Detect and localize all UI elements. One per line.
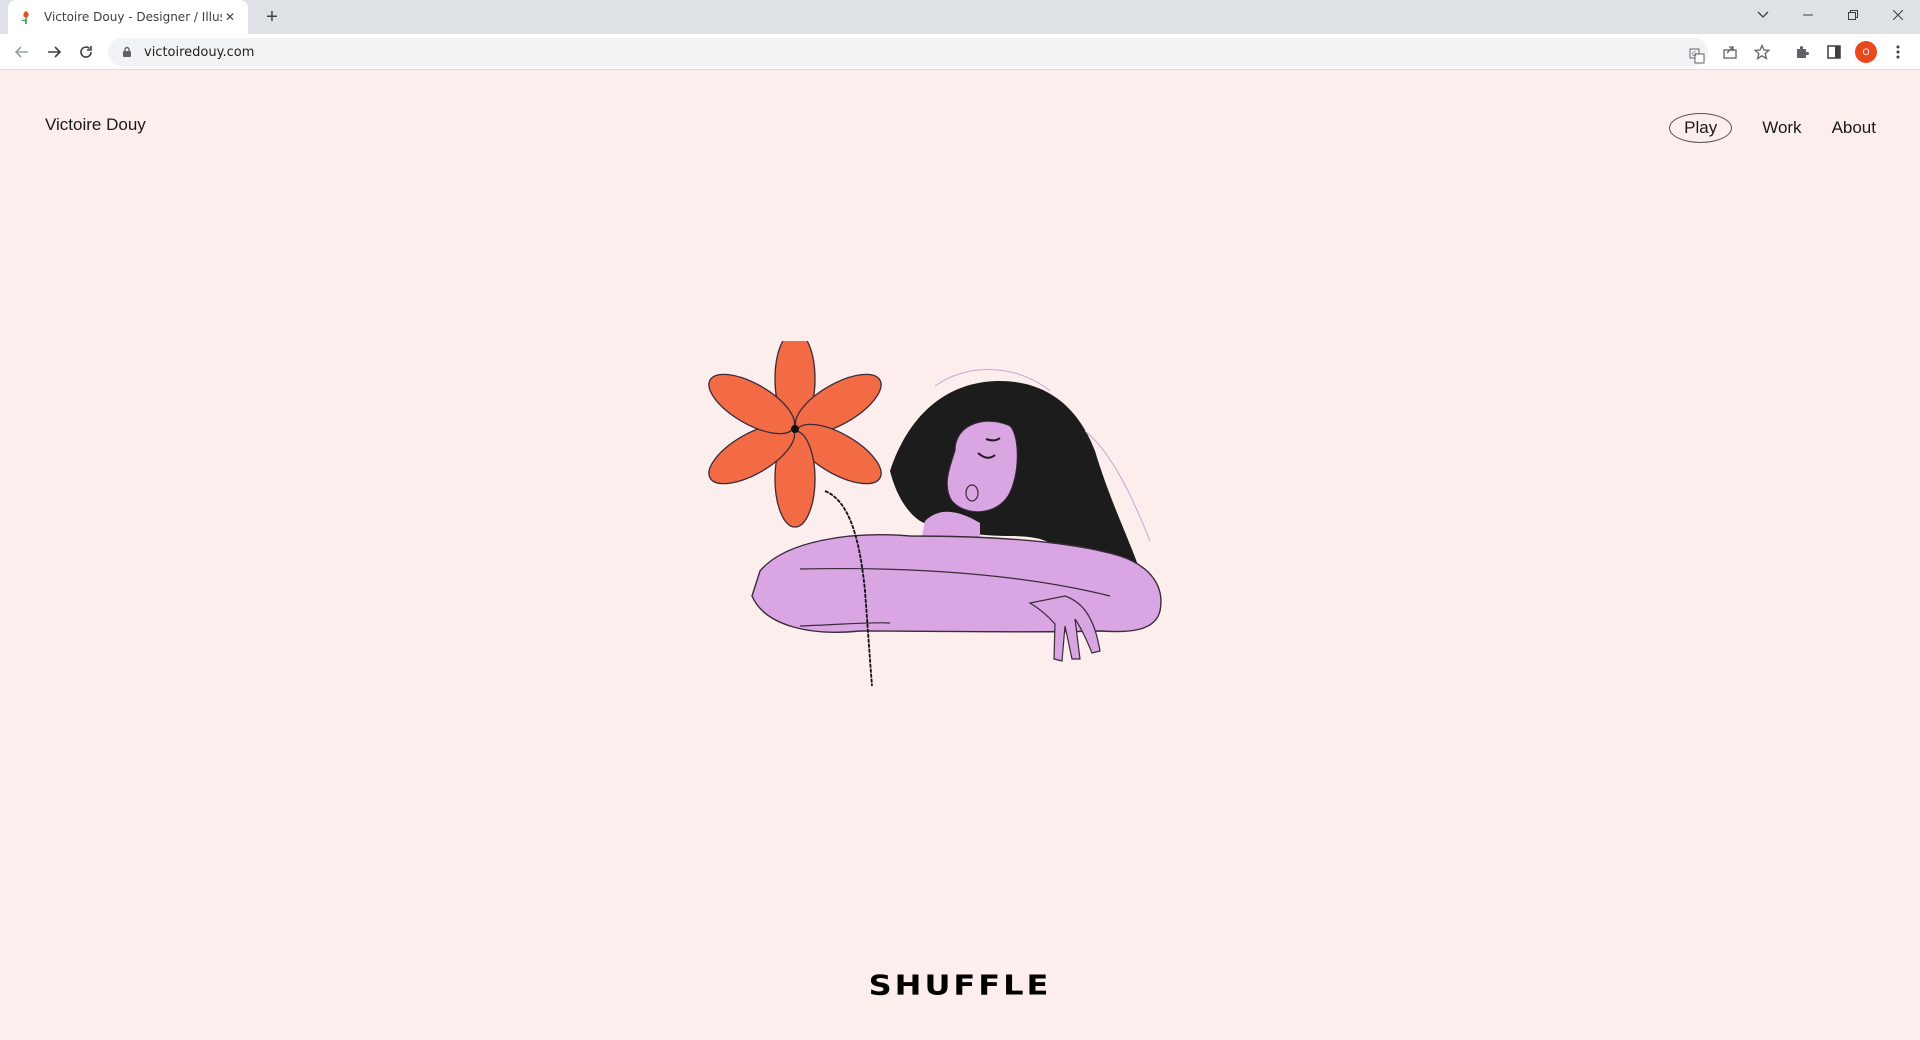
back-arrow-icon[interactable] <box>10 40 34 64</box>
lock-icon[interactable] <box>120 45 134 59</box>
page-content: Victoire Douy Play Work About SHUFFLE <box>0 71 1920 1040</box>
new-tab-button[interactable]: + <box>260 5 284 29</box>
profile-avatar[interactable]: O <box>1855 41 1877 63</box>
site-name-link[interactable]: Victoire Douy <box>45 115 146 135</box>
close-window-icon[interactable] <box>1875 0 1920 30</box>
extensions-puzzle-icon[interactable] <box>1790 40 1814 64</box>
tab-title: Victoire Douy - Designer / Illustrator <box>44 10 222 24</box>
browser-tab-bar: Victoire Douy - Designer / Illustrator ✕… <box>0 0 1920 34</box>
restore-icon[interactable] <box>1830 0 1875 30</box>
translate-icon[interactable]: G <box>1686 45 1708 67</box>
nav-link-work[interactable]: Work <box>1762 116 1801 140</box>
shuffle-button[interactable]: SHUFFLE <box>0 969 1920 1001</box>
forward-arrow-icon[interactable] <box>42 40 66 64</box>
browser-tab[interactable]: Victoire Douy - Designer / Illustrator ✕ <box>8 0 248 34</box>
minimize-icon[interactable] <box>1785 0 1830 30</box>
bookmark-star-icon[interactable] <box>1750 40 1774 64</box>
woman-with-flower-illustration <box>708 341 1162 687</box>
site-nav: Play Work About <box>1669 113 1876 143</box>
tab-search-icon[interactable] <box>1740 0 1785 30</box>
url-text: victoiredouy.com <box>144 44 255 60</box>
menu-dots-icon[interactable] <box>1886 40 1910 64</box>
svg-text:G: G <box>1692 51 1697 58</box>
reload-icon[interactable] <box>74 40 98 64</box>
nav-link-about[interactable]: About <box>1832 116 1876 140</box>
close-tab-icon[interactable]: ✕ <box>222 9 238 25</box>
flower-shape <box>708 341 882 528</box>
tulip-favicon-icon <box>18 9 34 25</box>
address-bar[interactable]: victoiredouy.com G <box>108 38 1708 66</box>
nav-link-play[interactable]: Play <box>1669 113 1733 143</box>
side-panel-icon[interactable] <box>1822 40 1846 64</box>
browser-toolbar: victoiredouy.com G <box>0 34 1920 70</box>
window-controls <box>1740 0 1920 30</box>
share-icon[interactable] <box>1718 40 1742 64</box>
